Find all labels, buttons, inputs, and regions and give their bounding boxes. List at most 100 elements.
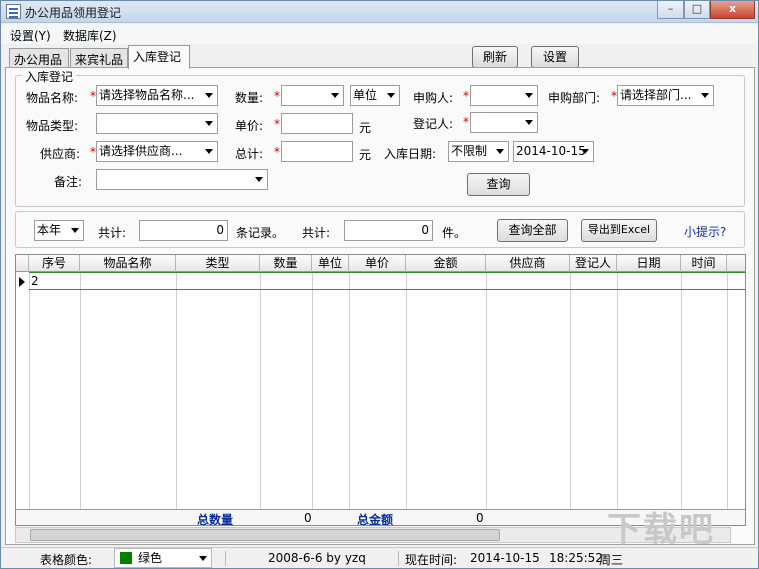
grid-color-select[interactable]: 绿色 bbox=[114, 548, 212, 568]
column-header-type[interactable]: 类型 bbox=[176, 255, 260, 272]
data-grid[interactable]: 序号 物品名称 类型 数量 单位 单价 金额 供应商 登记人 日期 时间 2 总… bbox=[15, 254, 746, 526]
column-header-quantity[interactable]: 数量 bbox=[260, 255, 312, 272]
current-row-indicator-icon bbox=[19, 277, 25, 287]
title-bar: 办公用品领用登记 – □ x bbox=[1, 1, 758, 23]
tab-office-supplies[interactable]: 办公用品 bbox=[9, 48, 69, 68]
grid-color-value: 绿色 bbox=[138, 551, 163, 565]
maximize-button[interactable]: □ bbox=[684, 1, 710, 19]
export-excel-button[interactable]: 导出到Excel bbox=[581, 219, 657, 242]
row-seq-cell[interactable]: 2 bbox=[31, 274, 39, 288]
grid-line bbox=[349, 272, 350, 509]
chevron-down-icon bbox=[581, 149, 589, 154]
status-divider bbox=[398, 551, 399, 566]
refresh-button[interactable]: 刷新 bbox=[472, 46, 518, 68]
supplier-label: 供应商: bbox=[40, 147, 81, 161]
records-count-field: 0 bbox=[139, 220, 228, 241]
total-quantity-label: 总数量 bbox=[197, 513, 234, 526]
chevron-down-icon bbox=[331, 93, 339, 98]
column-header-date[interactable]: 日期 bbox=[617, 255, 681, 272]
chevron-down-icon bbox=[255, 177, 263, 182]
scrollbar-thumb[interactable] bbox=[30, 529, 500, 541]
item-name-select[interactable]: 请选择物品名称... bbox=[96, 85, 218, 106]
chevron-down-icon bbox=[525, 120, 533, 125]
chevron-down-icon bbox=[701, 93, 709, 98]
grid-line bbox=[486, 272, 487, 509]
unit-select[interactable]: 单位 bbox=[350, 85, 400, 106]
menu-settings[interactable]: 设置(Y) bbox=[10, 27, 51, 44]
date-value: 2014-10-15 bbox=[516, 144, 586, 158]
remark-select[interactable] bbox=[96, 169, 268, 190]
column-header-filler bbox=[727, 255, 745, 272]
unit-price-input[interactable] bbox=[281, 113, 353, 134]
chevron-down-icon bbox=[199, 556, 207, 561]
period-select[interactable]: 本年 bbox=[34, 220, 84, 241]
requester-select[interactable] bbox=[470, 85, 538, 106]
grid-line bbox=[80, 272, 81, 509]
query-button[interactable]: 查询 bbox=[467, 173, 530, 196]
menu-bar: 设置(Y) 数据库(Z) bbox=[1, 24, 758, 44]
records-suffix: 条记录。 bbox=[236, 226, 285, 240]
yuan-suffix: 元 bbox=[359, 121, 372, 135]
registrar-select[interactable] bbox=[470, 112, 538, 133]
tab-guest-gifts[interactable]: 来宾礼品 bbox=[70, 48, 128, 68]
credit-text: 2008-6-6 by yzq bbox=[268, 551, 366, 565]
total-amount-label: 总金额 bbox=[357, 513, 394, 526]
app-icon bbox=[6, 4, 21, 19]
grid-line bbox=[681, 272, 682, 509]
column-header-registrar[interactable]: 登记人 bbox=[570, 255, 617, 272]
close-button[interactable]: x bbox=[710, 1, 755, 19]
current-time: 18:25:52 bbox=[549, 551, 603, 565]
column-header-seq[interactable]: 序号 bbox=[29, 255, 80, 272]
required-marker: * bbox=[463, 89, 469, 103]
color-swatch bbox=[120, 552, 132, 564]
grid-line bbox=[727, 272, 728, 509]
menu-database[interactable]: 数据库(Z) bbox=[63, 27, 117, 44]
tab-stock-in[interactable]: 入库登记 bbox=[128, 45, 190, 69]
date-mode-select[interactable]: 不限制 bbox=[448, 141, 509, 162]
status-bar: 表格颜色: 绿色 2008-6-6 by yzq 现在时间: 2014-10-1… bbox=[1, 547, 758, 568]
app-window: 办公用品领用登记 – □ x 设置(Y) 数据库(Z) 办公用品 来宾礼品 入库… bbox=[0, 0, 759, 569]
column-header-unit[interactable]: 单位 bbox=[312, 255, 349, 272]
registrar-label: 登记人: bbox=[413, 117, 454, 131]
item-type-select[interactable] bbox=[96, 113, 218, 134]
required-marker: * bbox=[274, 89, 280, 103]
minimize-button[interactable]: – bbox=[657, 1, 684, 19]
quantity-select[interactable] bbox=[281, 85, 344, 106]
column-header-unit-price[interactable]: 单价 bbox=[349, 255, 406, 272]
date-picker[interactable]: 2014-10-15 bbox=[513, 141, 594, 162]
items-total-label: 共计: bbox=[302, 226, 331, 240]
grid-line bbox=[312, 272, 313, 509]
department-value: 请选择部门... bbox=[620, 88, 692, 102]
total-input[interactable] bbox=[281, 141, 353, 162]
requester-label: 申购人: bbox=[413, 91, 454, 105]
settings-button[interactable]: 设置 bbox=[531, 46, 579, 68]
column-header-supplier[interactable]: 供应商 bbox=[486, 255, 570, 272]
tip-link[interactable]: 小提示? bbox=[684, 223, 726, 240]
items-count-field: 0 bbox=[344, 220, 433, 241]
grid-line bbox=[29, 272, 30, 509]
required-marker: * bbox=[463, 115, 469, 129]
current-date: 2014-10-15 bbox=[470, 551, 540, 565]
column-header-item-name[interactable]: 物品名称 bbox=[80, 255, 176, 272]
item-name-label: 物品名称: bbox=[26, 91, 79, 105]
date-mode-value: 不限制 bbox=[451, 144, 488, 158]
required-marker: * bbox=[274, 145, 280, 159]
query-all-button[interactable]: 查询全部 bbox=[497, 219, 568, 242]
unit-price-label: 单价: bbox=[235, 119, 264, 133]
watermark-logo: 下载吧 bbox=[607, 510, 715, 550]
grid-color-label: 表格颜色: bbox=[40, 553, 93, 567]
group-title: 入库登记 bbox=[22, 68, 77, 85]
quantity-label: 数量: bbox=[235, 91, 264, 105]
table-row[interactable]: 2 bbox=[29, 272, 745, 290]
supplier-select[interactable]: 请选择供应商... bbox=[96, 141, 218, 162]
current-weekday: 周三 bbox=[599, 553, 624, 567]
item-type-label: 物品类型: bbox=[26, 119, 79, 133]
department-select[interactable]: 请选择部门... bbox=[617, 85, 714, 106]
date-label: 入库日期: bbox=[384, 147, 437, 161]
supplier-value: 请选择供应商... bbox=[99, 144, 183, 158]
column-header-amount[interactable]: 金额 bbox=[406, 255, 486, 272]
column-header-time[interactable]: 时间 bbox=[681, 255, 727, 272]
total-quantity-value: 0 bbox=[304, 511, 312, 525]
yuan-suffix: 元 bbox=[359, 148, 372, 162]
records-total-label: 共计: bbox=[98, 226, 127, 240]
